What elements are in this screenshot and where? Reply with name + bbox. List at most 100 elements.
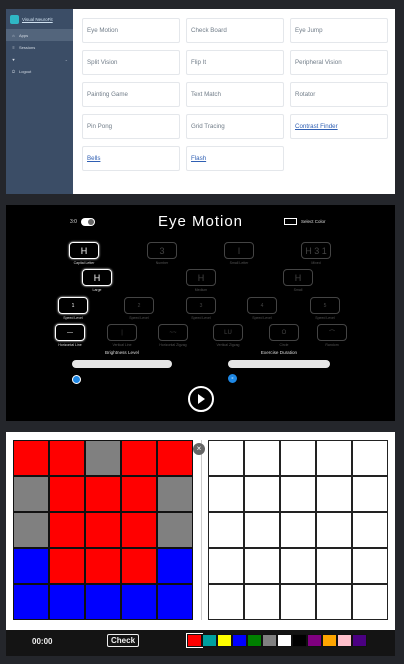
color-swatch[interactable] (217, 634, 232, 647)
option-direction[interactable]: — Horizontal Line (55, 324, 85, 347)
color-swatch[interactable] (202, 634, 217, 647)
color-swatch[interactable] (307, 634, 322, 647)
grid-cell[interactable] (244, 476, 280, 512)
option-direction[interactable]: ⌒ Random (317, 324, 347, 347)
play-button[interactable] (188, 386, 214, 412)
grid-cell[interactable] (244, 440, 280, 476)
option-box[interactable]: 2 (124, 297, 154, 314)
option-box[interactable]: 3 (186, 297, 216, 314)
option-speed[interactable]: 1 Speed Level (58, 297, 88, 320)
duration-slider[interactable] (228, 360, 330, 368)
select-color[interactable]: Select Color (284, 218, 326, 225)
color-swatch[interactable] (292, 634, 307, 647)
exercise-tile[interactable]: Peripheral Vision (290, 50, 388, 75)
option-box[interactable]: H (283, 269, 313, 286)
exercise-tile[interactable]: Eye Motion (82, 18, 180, 43)
exercise-tile[interactable]: Rotator (290, 82, 388, 107)
exercise-tile[interactable]: Bells (82, 146, 180, 171)
exercise-tile[interactable]: Grid Tracing (186, 114, 284, 139)
color-swatch[interactable] (277, 634, 292, 647)
option-direction[interactable]: | Vertical Line (107, 324, 137, 347)
option-speed[interactable]: 3 Speed Level (186, 297, 216, 320)
grid-cell[interactable] (208, 512, 244, 548)
option-size[interactable]: H Medium (186, 269, 216, 292)
grid-cell[interactable] (208, 548, 244, 584)
sidebar-item[interactable]: ♥ ⌄ (6, 53, 73, 65)
option-direction[interactable]: LU Vertical Zigzag (213, 324, 243, 347)
option-box[interactable]: 1 (58, 297, 88, 314)
option-speed[interactable]: 5 Speed Level (310, 297, 340, 320)
option-box[interactable]: ~~ (158, 324, 188, 341)
grid-cell[interactable] (208, 440, 244, 476)
option-box[interactable]: 5 (310, 297, 340, 314)
option-speed[interactable]: 4 Speed Level (247, 297, 277, 320)
option-size[interactable]: H Large (82, 269, 112, 292)
color-swatch[interactable] (186, 633, 203, 648)
option-type[interactable]: H Capital Letter (69, 242, 99, 265)
grid-cell[interactable] (316, 548, 352, 584)
option-direction[interactable]: O Circle (269, 324, 299, 347)
exercise-tile[interactable]: Text Match (186, 82, 284, 107)
exercise-tile[interactable]: Flash (186, 146, 284, 171)
grid-cell[interactable] (244, 548, 280, 584)
option-box[interactable]: H 3 1 (301, 242, 331, 259)
grid-cell[interactable] (316, 512, 352, 548)
grid-cell[interactable] (280, 548, 316, 584)
option-box[interactable]: — (55, 324, 85, 341)
brightness-thumb[interactable] (72, 375, 81, 384)
color-swatch[interactable] (322, 634, 337, 647)
option-box[interactable]: H (82, 269, 112, 286)
grid-cell[interactable] (280, 584, 316, 620)
option-box[interactable]: ⌒ (317, 324, 347, 341)
color-swatch[interactable] (247, 634, 262, 647)
color-swatch[interactable] (232, 634, 247, 647)
grid-cell[interactable] (208, 584, 244, 620)
grid-cell[interactable] (280, 512, 316, 548)
grid-cell[interactable] (316, 440, 352, 476)
grid-cell[interactable] (352, 512, 388, 548)
color-swatch[interactable] (337, 634, 352, 647)
option-type[interactable]: H 3 1 Mixed (301, 242, 331, 265)
grid-cell[interactable] (352, 584, 388, 620)
exercise-tile[interactable]: Painting Game (82, 82, 180, 107)
brightness-slider[interactable] (72, 360, 172, 368)
grid-cell[interactable] (316, 584, 352, 620)
sidebar-item[interactable]: ⌂ Apps (6, 29, 73, 41)
option-box[interactable]: H (186, 269, 216, 286)
grid-cell[interactable] (316, 476, 352, 512)
option-box[interactable]: LU (213, 324, 243, 341)
close-button[interactable]: × (193, 443, 205, 455)
grid-cell[interactable] (280, 440, 316, 476)
exercise-tile[interactable]: Contrast Finder (290, 114, 388, 139)
brand[interactable]: Visual NeuroFit (6, 9, 73, 29)
grid-cell[interactable] (280, 476, 316, 512)
option-box[interactable]: 3 (147, 242, 177, 259)
exercise-tile[interactable]: Split Vision (82, 50, 180, 75)
exercise-tile[interactable]: Pin Pong (82, 114, 180, 139)
option-size[interactable]: H Small (283, 269, 313, 292)
option-box[interactable]: 4 (247, 297, 277, 314)
option-box[interactable]: l (224, 242, 254, 259)
option-box[interactable]: O (269, 324, 299, 341)
exercise-tile[interactable]: Flip It (186, 50, 284, 75)
duration-thumb[interactable]: 0 (228, 374, 237, 383)
color-swatch[interactable] (352, 634, 367, 647)
color-swatch[interactable] (284, 218, 297, 225)
option-type[interactable]: 3 Number (147, 242, 177, 265)
app-name[interactable]: Visual NeuroFit (22, 17, 53, 22)
option-type[interactable]: l Small Letter (224, 242, 254, 265)
grid-cell[interactable] (244, 512, 280, 548)
grid-cell[interactable] (244, 584, 280, 620)
sidebar-item[interactable]: ≡ Sessions (6, 41, 73, 53)
exercise-tile[interactable]: Check Board (186, 18, 284, 43)
option-direction[interactable]: ~~ Horizontal Zigzag (158, 324, 188, 347)
option-speed[interactable]: 2 Speed Level (124, 297, 154, 320)
grid-cell[interactable] (208, 476, 244, 512)
grid-cell[interactable] (352, 440, 388, 476)
grid-cell[interactable] (352, 476, 388, 512)
color-swatch[interactable] (262, 634, 277, 647)
grid-cell[interactable] (352, 548, 388, 584)
option-box[interactable]: H (69, 242, 99, 259)
exercise-tile[interactable]: Eye Jump (290, 18, 388, 43)
check-button[interactable]: Check (107, 634, 140, 647)
